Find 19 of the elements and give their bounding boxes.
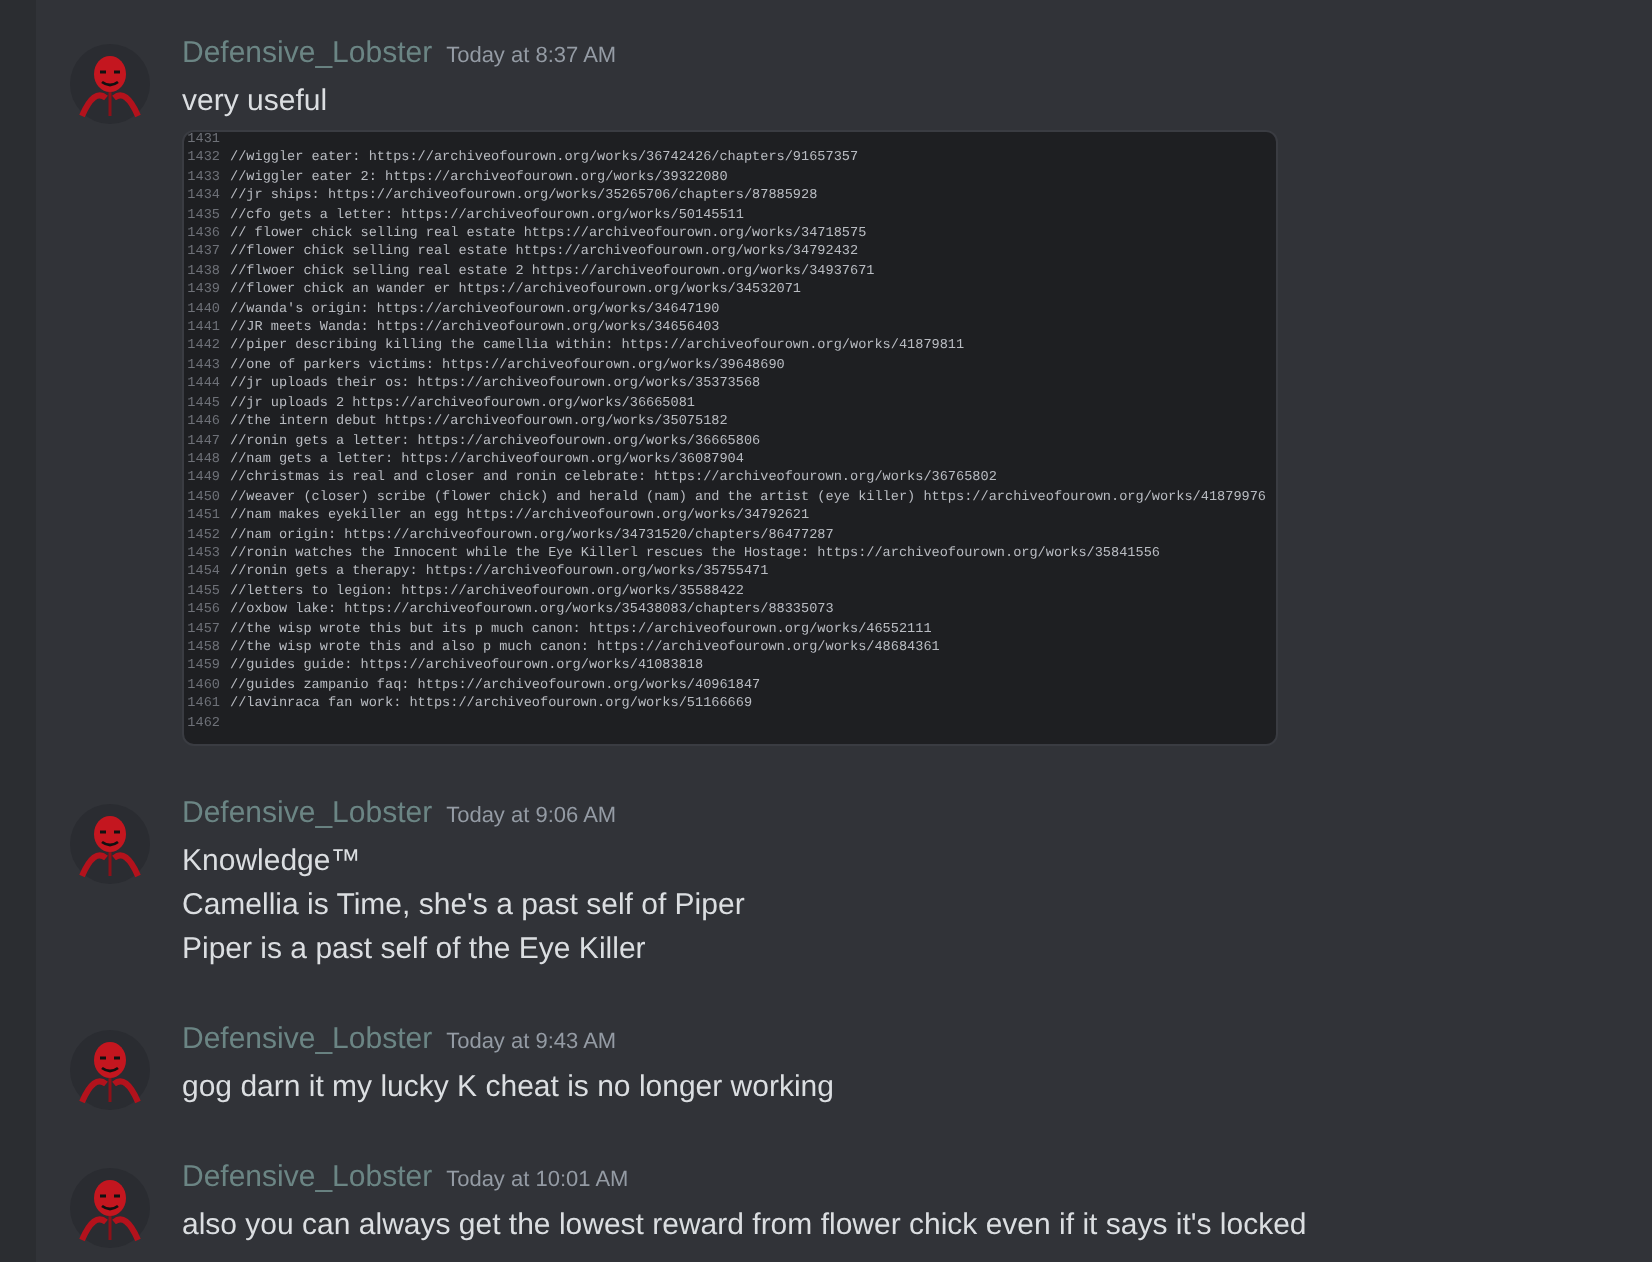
message-text: Piper is a past self of the Eye Killer (182, 930, 648, 970)
code-screenshot[interactable] (182, 130, 1278, 746)
avatar-icon[interactable] (70, 44, 150, 124)
avatar-icon[interactable] (70, 1030, 150, 1110)
message-text: Knowledge™ (182, 842, 363, 882)
message-text: Camellia is Time, she's a past self of Piper (182, 886, 745, 926)
username[interactable]: Defensive_Lobster (182, 796, 433, 830)
avatar-icon[interactable] (70, 804, 150, 884)
message-text: very useful (182, 82, 330, 122)
timestamp: Today at 9:43 AM (446, 1030, 617, 1054)
message-text: gog darn it my lucky K cheat is no longer working (182, 1068, 834, 1108)
timestamp: Today at 8:37 AM (446, 44, 617, 68)
username[interactable]: Defensive_Lobster (182, 36, 433, 70)
avatar-icon[interactable] (70, 1168, 150, 1248)
username[interactable]: Defensive_Lobster (182, 1160, 433, 1194)
timestamp: Today at 9:06 AM (446, 804, 617, 828)
username[interactable]: Defensive_Lobster (182, 1022, 433, 1056)
timestamp: Today at 10:01 AM (446, 1168, 629, 1192)
message-text: also you can always get the lowest reward from flower chick even if it says it's locked (182, 1206, 1307, 1246)
